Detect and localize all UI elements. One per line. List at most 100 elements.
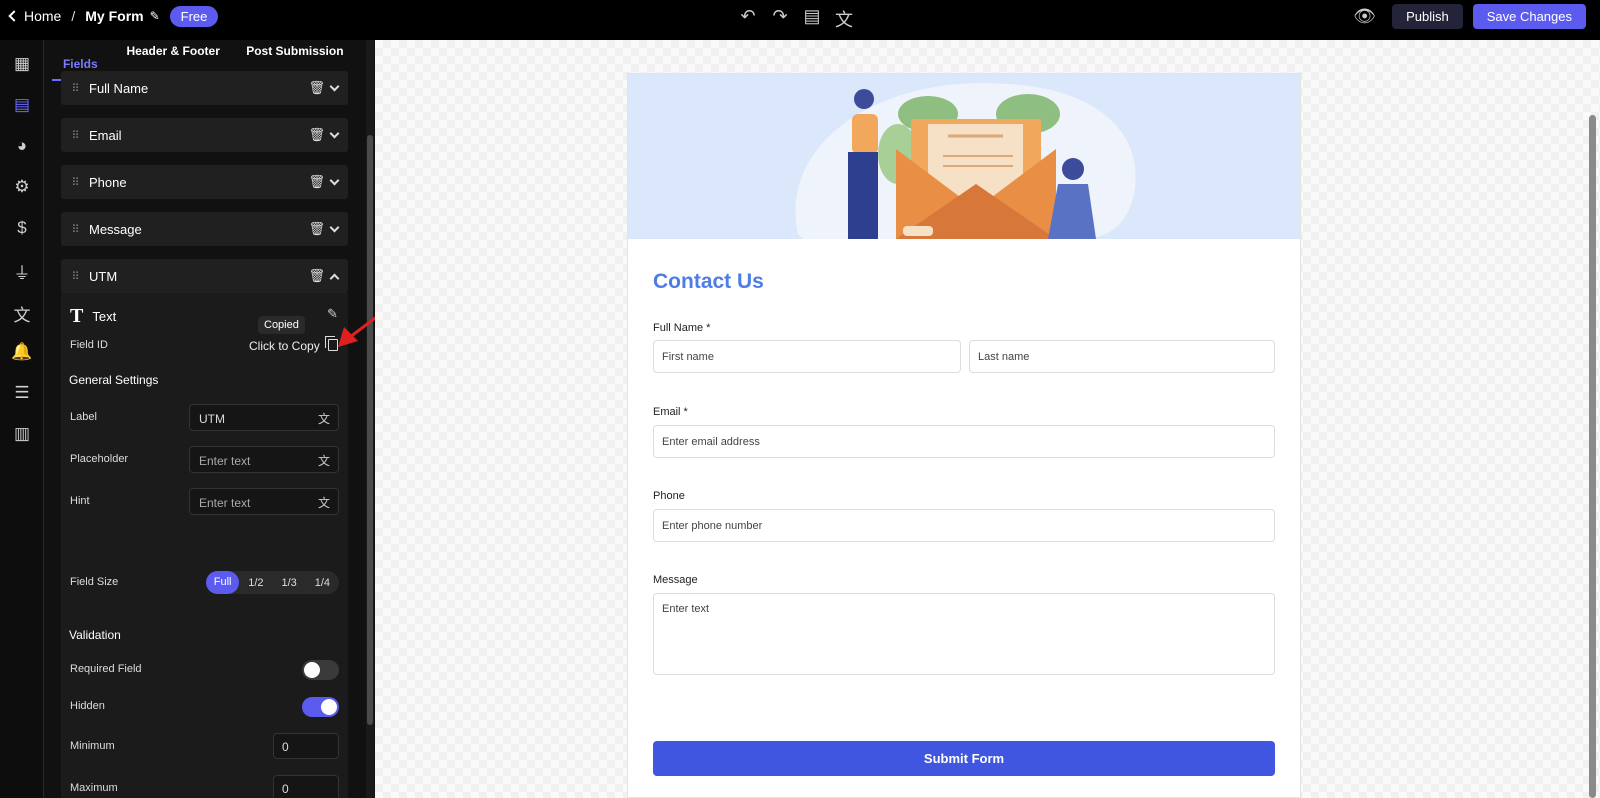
undo-icon[interactable]: ↶ <box>738 6 758 32</box>
plug-icon[interactable]: ⏚ <box>6 259 38 283</box>
chevron-down-icon[interactable] <box>329 81 340 91</box>
click-to-copy-link[interactable]: Click to Copy <box>249 339 320 353</box>
breadcrumb: Home / My Form ✎ <box>6 8 160 24</box>
field-row-email[interactable]: ⠿ Email 🗑 <box>61 118 348 152</box>
size-option-half[interactable]: 1/2 <box>239 577 272 589</box>
paint-roller-icon[interactable]: ▤ <box>802 6 822 32</box>
trash-icon[interactable]: 🗑 <box>308 80 325 96</box>
first-name-placeholder: First name <box>662 351 714 363</box>
placeholder-setting-label: Placeholder <box>70 453 129 465</box>
list-icon[interactable]: ☰ <box>6 383 38 407</box>
label-setting-label: Label <box>70 411 97 423</box>
hidden-toggle[interactable] <box>302 697 339 717</box>
phone-label: Phone <box>653 490 685 502</box>
size-option-third[interactable]: 1/3 <box>273 577 306 589</box>
chart-icon[interactable]: ▥ <box>6 424 38 448</box>
field-label: Full Name <box>89 80 149 96</box>
phone-input[interactable]: Enter phone number <box>653 509 1275 542</box>
redo-icon[interactable]: ↷ <box>770 6 790 32</box>
email-placeholder: Enter email address <box>662 436 760 448</box>
field-size-selector: Full 1/2 1/3 1/4 <box>206 571 339 594</box>
translate-icon[interactable]: 文 <box>834 6 854 32</box>
copied-tooltip: Copied <box>258 316 305 334</box>
gear-icon[interactable]: ⚙ <box>6 177 38 201</box>
drag-handle-icon[interactable]: ⠿ <box>61 129 89 142</box>
first-name-input[interactable]: First name <box>653 340 961 373</box>
drag-handle-icon[interactable]: ⠿ <box>61 176 89 189</box>
form-heading: Contact Us <box>653 270 764 293</box>
chevron-down-icon[interactable] <box>329 175 340 185</box>
panel-scroll-thumb[interactable] <box>367 135 373 725</box>
chevron-left-icon[interactable] <box>8 10 20 22</box>
field-size-label: Field Size <box>70 576 119 588</box>
fields-panel: Fields Header & Footer Post Submission ⠿… <box>44 40 375 798</box>
chevron-up-icon[interactable] <box>329 273 340 283</box>
table-icon[interactable]: ▤ <box>6 95 38 119</box>
label-input[interactable]: UTM 文 <box>189 404 339 431</box>
placeholder-input-value: Enter text <box>199 454 251 468</box>
field-row-message[interactable]: ⠿ Message 🗑 <box>61 212 348 246</box>
translate-icon[interactable]: 文 <box>6 301 38 325</box>
save-changes-button[interactable]: Save Changes <box>1472 4 1586 29</box>
size-option-full[interactable]: Full <box>206 571 240 594</box>
field-label: Email <box>89 127 122 143</box>
form-preview: Contact Us Full Name * First name Last n… <box>627 73 1301 798</box>
minimum-input[interactable]: 0 <box>273 733 339 759</box>
placeholder-input[interactable]: Enter text 文 <box>189 446 339 473</box>
required-field-toggle[interactable] <box>302 660 339 680</box>
pencil-icon[interactable]: ✎ <box>150 9 160 23</box>
field-label: Phone <box>89 174 127 190</box>
maximum-input[interactable]: 0 <box>273 775 339 798</box>
preview-eye-icon[interactable]: 👁 <box>1353 6 1376 27</box>
dollar-icon[interactable]: $ <box>6 218 38 242</box>
translate-icon[interactable]: 文 <box>318 494 330 511</box>
breadcrumb-home-link[interactable]: Home <box>24 8 61 24</box>
translate-icon[interactable]: 文 <box>318 452 330 469</box>
email-label: Email * <box>653 406 688 418</box>
publish-button[interactable]: Publish <box>1392 4 1463 29</box>
drag-handle-icon[interactable]: ⠿ <box>61 270 89 283</box>
label-input-value: UTM <box>199 412 225 426</box>
panel-scrollbar[interactable] <box>366 40 374 798</box>
hint-input[interactable]: Enter text 文 <box>189 488 339 515</box>
message-textarea[interactable]: Enter text <box>653 593 1275 675</box>
submit-button[interactable]: Submit Form <box>653 741 1275 776</box>
palette-icon[interactable]: ◕ <box>6 136 38 160</box>
toggle-knob <box>321 699 337 715</box>
validation-heading: Validation <box>69 628 121 642</box>
drag-handle-icon[interactable]: ⠿ <box>61 82 89 95</box>
drag-handle-icon[interactable]: ⠿ <box>61 223 89 236</box>
trash-icon[interactable]: 🗑 <box>308 221 325 237</box>
message-label: Message <box>653 574 698 586</box>
minimum-value: 0 <box>282 740 289 754</box>
field-row-phone[interactable]: ⠿ Phone 🗑 <box>61 165 348 199</box>
field-id-label: Field ID <box>70 339 108 351</box>
translate-icon[interactable]: 文 <box>318 410 330 427</box>
chevron-down-icon[interactable] <box>329 222 340 232</box>
bell-icon[interactable]: 🔔 <box>6 342 38 366</box>
field-type: T Text <box>70 305 116 328</box>
size-option-quarter[interactable]: 1/4 <box>306 577 339 589</box>
field-row-full-name[interactable]: ⠿ Full Name 🗑 <box>61 71 348 105</box>
field-label: UTM <box>89 268 118 284</box>
text-type-icon: T <box>70 305 84 327</box>
hidden-label: Hidden <box>70 700 105 712</box>
maximum-value: 0 <box>282 782 289 796</box>
email-input[interactable]: Enter email address <box>653 425 1275 458</box>
trash-icon[interactable]: 🗑 <box>308 127 325 143</box>
dashboard-icon[interactable]: ▦ <box>6 54 38 78</box>
field-row-utm[interactable]: ⠿ UTM 🗑 <box>61 259 348 293</box>
full-name-label: Full Name * <box>653 322 711 334</box>
chevron-down-icon[interactable] <box>329 128 340 138</box>
last-name-input[interactable]: Last name <box>969 340 1275 373</box>
trash-icon[interactable]: 🗑 <box>308 268 325 284</box>
form-header-illustration <box>628 74 1300 239</box>
toggle-knob <box>304 662 320 678</box>
canvas-scrollbar[interactable] <box>1589 115 1596 798</box>
field-label: Message <box>89 221 142 237</box>
trash-icon[interactable]: 🗑 <box>308 174 325 190</box>
message-placeholder: Enter text <box>662 603 710 615</box>
top-actions: 👁 Publish Save Changes <box>1353 4 1586 29</box>
form-canvas: Contact Us Full Name * First name Last n… <box>375 40 1600 798</box>
form-title[interactable]: My Form <box>85 8 143 24</box>
